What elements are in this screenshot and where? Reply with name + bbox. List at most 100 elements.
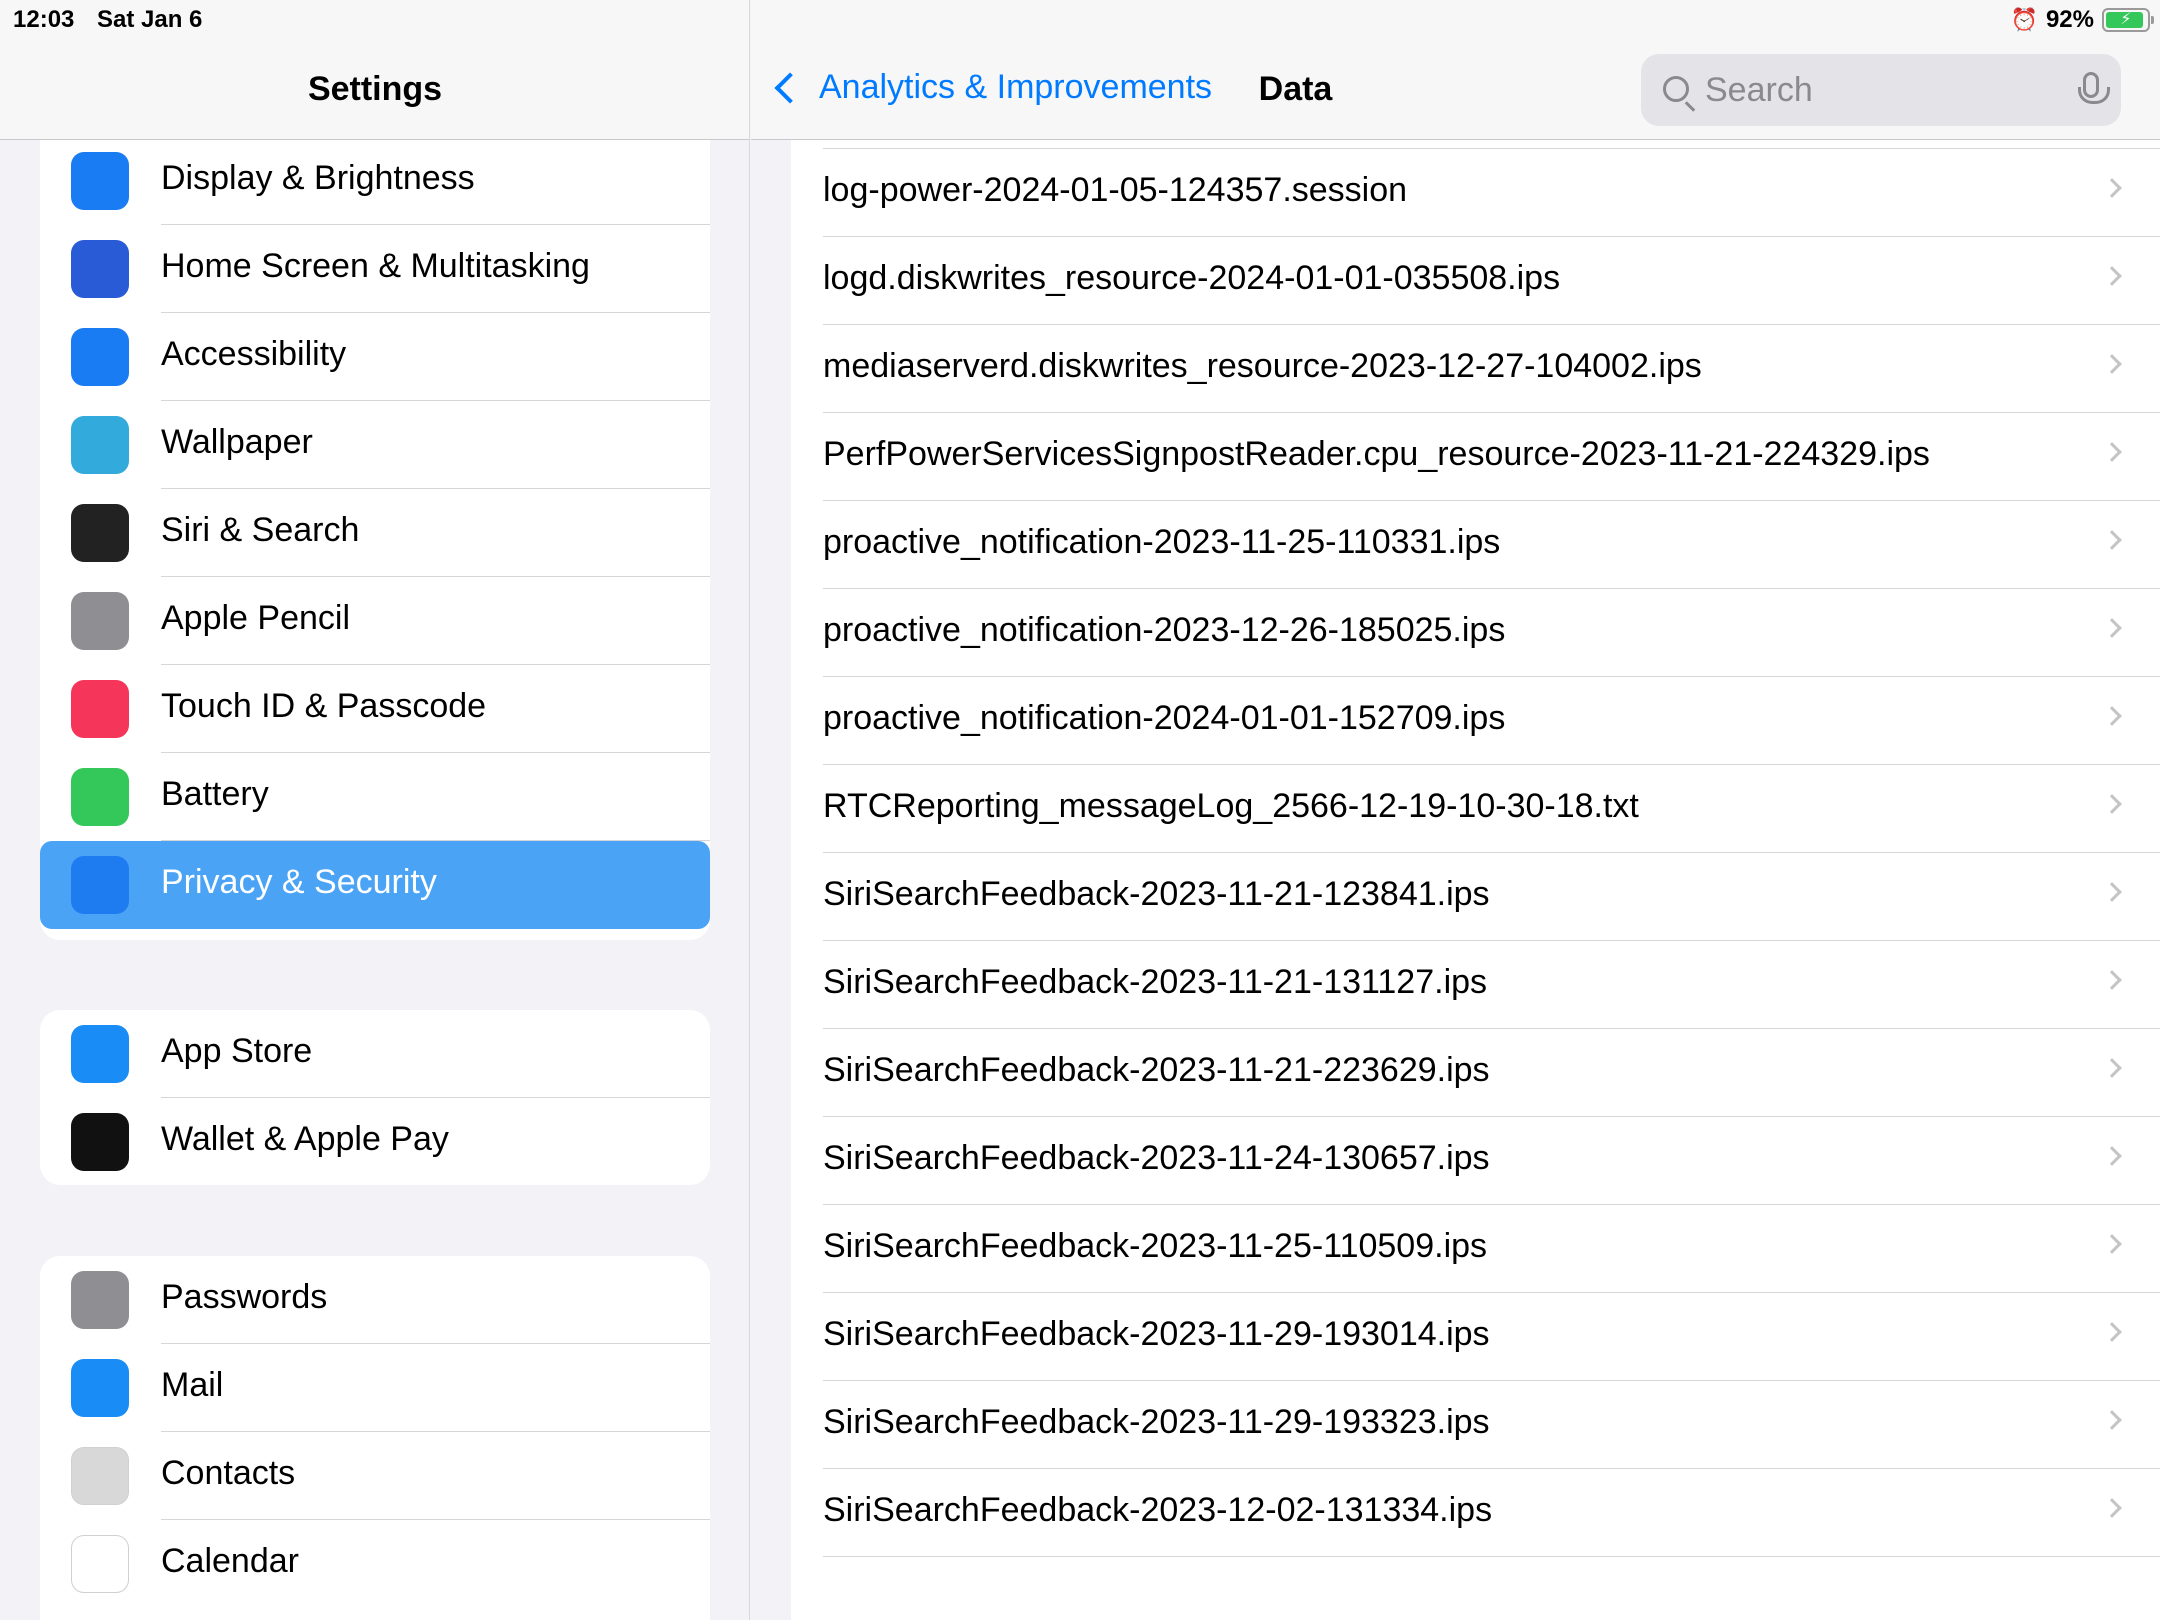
sidebar-item-label: App Store xyxy=(161,1032,313,1070)
sidebar-item-siri-search[interactable]: Siri & Search xyxy=(40,489,710,577)
chevron-right-icon xyxy=(2102,530,2122,550)
chevron-right-icon xyxy=(2102,1410,2122,1430)
status-right: ⏰ 92% ⚡ xyxy=(2010,6,2154,34)
sidebar-item-contacts[interactable]: Contacts xyxy=(40,1432,710,1520)
chevron-right-icon xyxy=(2102,354,2122,374)
status-time: 12:03 xyxy=(13,6,75,33)
sidebar-item-apple-pencil[interactable]: Apple Pencil xyxy=(40,577,710,665)
file-name: SiriSearchFeedback-2023-11-21-123841.ips xyxy=(823,875,1490,913)
sidebar-item-privacy-security[interactable]: Privacy & Security xyxy=(40,841,710,929)
file-row[interactable]: SiriSearchFeedback-2023-11-29-193014.ips xyxy=(791,1293,2160,1381)
file-row[interactable]: PerfPowerServicesSignpostReader.cpu_reso… xyxy=(791,413,2160,501)
file-name: SiriSearchFeedback-2023-11-29-193323.ips xyxy=(823,1403,1490,1441)
chevron-right-icon xyxy=(2102,794,2122,814)
chevron-right-icon xyxy=(2102,1058,2122,1078)
file-name: proactive_notification-2023-12-26-185025… xyxy=(823,611,1506,649)
wallet-icon xyxy=(71,1113,129,1171)
file-name: SiriSearchFeedback-2023-11-25-110509.ips xyxy=(823,1227,1488,1265)
status-date: Sat Jan 6 xyxy=(97,6,203,33)
sidebar-item-wallpaper[interactable]: Wallpaper xyxy=(40,401,710,489)
sidebar-item-label: Touch ID & Passcode xyxy=(161,687,487,725)
file-name: logd.diskwrites_resource-2024-01-01-0355… xyxy=(823,259,1561,297)
sidebar-item-label: Wallet & Apple Pay xyxy=(161,1120,449,1158)
sidebar-item-passwords[interactable]: Passwords xyxy=(40,1256,710,1344)
sidebar-item-label: Battery xyxy=(161,775,269,813)
back-button[interactable]: Analytics & Improvements xyxy=(771,68,1212,107)
home-screen-icon xyxy=(71,240,129,298)
sidebar-item-display-brightness[interactable]: Display & Brightness xyxy=(40,137,710,225)
file-row[interactable]: SiriSearchFeedback-2023-11-24-130657.ips xyxy=(791,1117,2160,1205)
file-name: log-power-2024-01-05-124357.session xyxy=(823,171,1408,209)
sidebar-item-label: Mail xyxy=(161,1366,224,1404)
chevron-right-icon xyxy=(2102,266,2122,286)
file-row[interactable]: RTCReporting_messageLog_2566-12-19-10-30… xyxy=(791,765,2160,853)
search-icon xyxy=(1663,76,1689,102)
battery-icon xyxy=(71,768,129,826)
sidebar-item-label: Home Screen & Multitasking xyxy=(161,247,590,285)
file-row[interactable]: SiriSearchFeedback-2023-11-25-110509.ips xyxy=(791,1205,2160,1293)
file-name: PerfPowerServicesSignpostReader.cpu_reso… xyxy=(823,435,1930,473)
chevron-right-icon xyxy=(2102,882,2122,902)
file-row[interactable]: SiriSearchFeedback-2023-11-29-193323.ips xyxy=(791,1381,2160,1469)
file-name: SiriSearchFeedback-2023-11-21-131127.ips xyxy=(823,963,1488,1001)
settings-group-3: Passwords Mail Contacts Calendar xyxy=(40,1256,710,1620)
sidebar-item-accessibility[interactable]: Accessibility xyxy=(40,313,710,401)
app-store-icon xyxy=(71,1025,129,1083)
sidebar-item-mail[interactable]: Mail xyxy=(40,1344,710,1432)
file-row[interactable]: mediaserverd.diskwrites_resource-2023-12… xyxy=(791,325,2160,413)
sidebar-item-home-screen-multitasking[interactable]: Home Screen & Multitasking xyxy=(40,225,710,313)
file-name: SiriSearchFeedback-2023-11-24-130657.ips xyxy=(823,1139,1490,1177)
hand-icon xyxy=(71,856,129,914)
sidebar-item-label: Privacy & Security xyxy=(161,863,437,901)
sidebar-item-label: Accessibility xyxy=(161,335,347,373)
file-row[interactable]: proactive_notification-2023-11-25-110331… xyxy=(791,501,2160,589)
file-row[interactable]: SiriSearchFeedback-2023-12-02-131334.ips xyxy=(791,1469,2160,1557)
file-row[interactable]: logd.diskwrites_resource-2024-01-01-0355… xyxy=(791,237,2160,325)
microphone-icon[interactable] xyxy=(2078,72,2110,104)
mail-icon xyxy=(71,1359,129,1417)
file-row[interactable]: log-power-2024-01-05-124357.session xyxy=(791,149,2160,237)
fingerprint-icon xyxy=(71,680,129,738)
file-row[interactable]: SiriSearchFeedback-2023-11-21-123841.ips xyxy=(791,853,2160,941)
separator xyxy=(823,1556,2160,1557)
sidebar-item-app-store[interactable]: App Store xyxy=(40,1010,710,1098)
battery-indicator-icon: ⚡ xyxy=(2102,8,2154,32)
sidebar-item-touch-id-passcode[interactable]: Touch ID & Passcode xyxy=(40,665,710,753)
battery-percent: 92% xyxy=(2045,6,2094,33)
sidebar-title: Settings xyxy=(307,70,443,108)
back-button-label: Analytics & Improvements xyxy=(819,68,1213,106)
file-name: SiriSearchFeedback-2023-11-21-223629.ips xyxy=(823,1051,1490,1089)
chevron-right-icon xyxy=(2102,1322,2122,1342)
sidebar-item-label: Display & Brightness xyxy=(161,159,475,197)
file-row[interactable]: proactive_notification-2024-01-01-152709… xyxy=(791,677,2160,765)
wallpaper-icon xyxy=(71,416,129,474)
file-name: SiriSearchFeedback-2023-11-29-193014.ips xyxy=(823,1315,1490,1353)
detail-pane: Analytics & Improvements Data log-power-… xyxy=(751,0,2160,1620)
chevron-right-icon xyxy=(2102,1234,2122,1254)
settings-sidebar: Settings Display & Brightness Home Screen… xyxy=(0,0,750,1620)
settings-group-1: Display & Brightness Home Screen & Multit… xyxy=(40,100,710,940)
chevron-right-icon xyxy=(2102,1498,2122,1518)
file-name: SiriSearchFeedback-2023-12-02-131334.ips xyxy=(823,1491,1493,1529)
file-name: mediaserverd.diskwrites_resource-2023-12… xyxy=(823,347,1702,385)
sidebar-item-label: Contacts xyxy=(161,1454,296,1492)
contacts-icon xyxy=(71,1447,129,1505)
pencil-icon xyxy=(71,592,129,650)
file-row[interactable]: SiriSearchFeedback-2023-11-21-223629.ips xyxy=(791,1029,2160,1117)
sidebar-item-battery[interactable]: Battery xyxy=(40,753,710,841)
chevron-left-icon xyxy=(774,71,806,104)
siri-icon xyxy=(71,504,129,562)
file-list: log-power-2024-01-01-173930.sessionlog-p… xyxy=(791,83,2160,1620)
charging-bolt-icon: ⚡ xyxy=(2120,11,2132,28)
file-row[interactable]: proactive_notification-2023-12-26-185025… xyxy=(791,589,2160,677)
sidebar-item-wallet-apple-pay[interactable]: Wallet & Apple Pay xyxy=(40,1098,710,1185)
search-input[interactable] xyxy=(1705,68,2045,112)
sidebar-item-label: Passwords xyxy=(161,1278,328,1316)
sidebar-item-calendar[interactable]: Calendar xyxy=(40,1520,710,1608)
calendar-icon xyxy=(71,1535,129,1593)
sidebar-item-label: Wallpaper xyxy=(161,423,313,461)
alarm-icon: ⏰ xyxy=(2010,7,2038,32)
file-row[interactable]: SiriSearchFeedback-2023-11-21-131127.ips xyxy=(791,941,2160,1029)
chevron-right-icon xyxy=(2102,618,2122,638)
search-field[interactable] xyxy=(1641,54,2121,126)
